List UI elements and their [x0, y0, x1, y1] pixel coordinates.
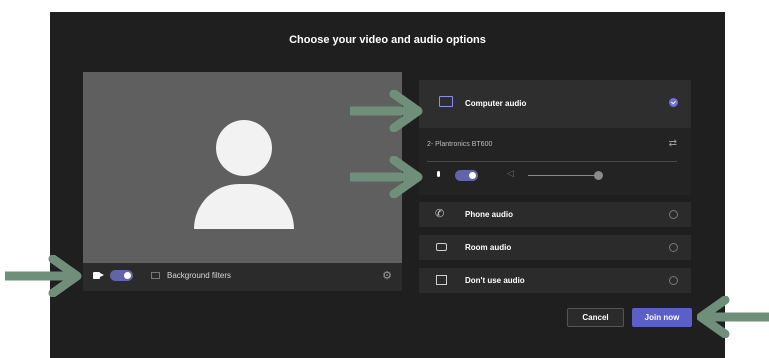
- avatar-body: [194, 184, 294, 229]
- camera-icon: [93, 272, 104, 279]
- volume-slider-track[interactable]: [528, 175, 599, 176]
- speaker-icon: ◁: [507, 168, 514, 178]
- no-audio-icon: [436, 275, 447, 285]
- device-name[interactable]: 2- Plantronics BT600: [427, 141, 492, 148]
- audio-option-label: Phone audio: [465, 210, 513, 219]
- avatar-head: [216, 120, 272, 176]
- audio-device-panel: 2- Plantronics BT600 ⇄ ◁: [419, 128, 691, 195]
- radio-unselected[interactable]: [669, 210, 678, 219]
- camera-toggle[interactable]: [110, 270, 133, 281]
- background-filters-button[interactable]: Background filters: [167, 271, 231, 280]
- camera-controls-bar: Background filters ⚙: [83, 263, 402, 291]
- dialog-title: Choose your video and audio options: [289, 34, 486, 46]
- annotation-arrow-camera: [5, 255, 82, 297]
- gear-icon[interactable]: ⚙: [382, 269, 392, 283]
- monitor-speaker-icon: [439, 96, 453, 107]
- sliders-icon[interactable]: ⇄: [669, 138, 677, 149]
- microphone-icon: [437, 171, 440, 177]
- room-device-icon: [436, 243, 447, 251]
- cancel-button[interactable]: Cancel: [567, 308, 624, 327]
- radio-selected[interactable]: [669, 98, 678, 107]
- audio-option-label: Room audio: [465, 243, 512, 252]
- device-divider: [427, 161, 677, 162]
- radio-unselected[interactable]: [669, 276, 678, 285]
- radio-unselected[interactable]: [669, 243, 678, 252]
- annotation-arrow-join: [697, 296, 769, 338]
- annotation-arrow-computer-audio: [350, 90, 423, 132]
- audio-option-phone[interactable]: ✆ Phone audio: [419, 202, 691, 227]
- audio-option-room[interactable]: Room audio: [419, 235, 691, 260]
- annotation-arrow-microphone: [350, 156, 423, 198]
- audio-option-label: Don't use audio: [465, 276, 525, 285]
- phone-icon: ✆: [435, 208, 445, 220]
- background-filter-icon: [151, 272, 160, 279]
- microphone-toggle[interactable]: [455, 170, 478, 181]
- audio-option-label: Computer audio: [465, 99, 527, 108]
- join-now-button[interactable]: Join now: [632, 308, 692, 327]
- audio-option-none[interactable]: Don't use audio: [419, 268, 691, 293]
- audio-option-computer[interactable]: Computer audio: [419, 80, 691, 128]
- volume-slider-thumb[interactable]: [594, 171, 603, 180]
